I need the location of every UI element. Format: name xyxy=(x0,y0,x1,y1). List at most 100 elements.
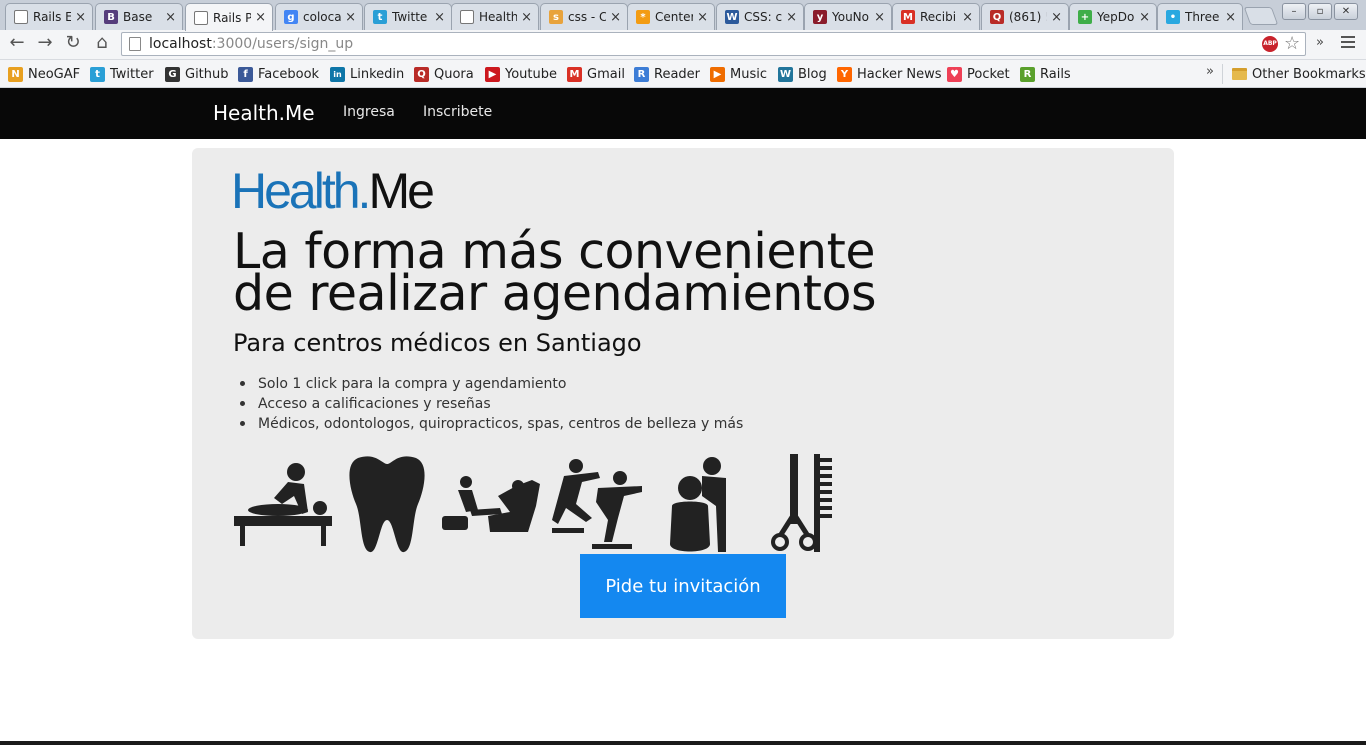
tab-4[interactable]: t Twitte × xyxy=(364,3,452,30)
address-bar[interactable]: localhost:3000/users/sign_up xyxy=(121,32,1306,56)
folder-icon xyxy=(1232,68,1247,80)
bookmark-4[interactable]: in Linkedin xyxy=(330,64,404,84)
site-brand-link[interactable]: Health.Me xyxy=(213,101,315,125)
tab-11[interactable]: Q (861) ! × xyxy=(981,3,1069,30)
bookmark-star-icon[interactable]: ☆ xyxy=(1284,33,1300,54)
page-icon xyxy=(14,10,28,24)
tab-12[interactable]: + YepDo × xyxy=(1069,3,1157,30)
extensions-overflow-icon[interactable]: » xyxy=(1316,35,1324,50)
close-tab-icon[interactable]: × xyxy=(165,10,176,25)
page-icon xyxy=(460,10,474,24)
list-item: Acceso a calificaciones y reseñas xyxy=(240,394,743,414)
w3c-icon: W xyxy=(725,10,739,24)
pocket-icon: ♥ xyxy=(947,66,962,82)
bookmark-10[interactable]: W Blog xyxy=(778,64,827,84)
request-invitation-button[interactable]: Pide tu invitación xyxy=(580,554,786,618)
bookmark-11[interactable]: Y Hacker News xyxy=(837,64,942,84)
bookmark-2[interactable]: G Github xyxy=(165,64,229,84)
linkedin-icon: in xyxy=(330,66,345,82)
tab-title: Twitte xyxy=(392,10,428,24)
bookmark-6[interactable]: ▶ Youtube xyxy=(485,64,557,84)
hackernews-icon: Y xyxy=(837,66,852,82)
page-icon xyxy=(129,37,141,51)
wordpress-icon: W xyxy=(778,66,793,82)
close-tab-icon[interactable]: × xyxy=(521,10,532,25)
tab-title: Health xyxy=(479,10,518,24)
url-text: localhost:3000/users/sign_up xyxy=(149,36,354,52)
close-tab-icon[interactable]: × xyxy=(1225,10,1236,25)
browser-menu-icon[interactable] xyxy=(1341,36,1355,51)
tab-title: CSS: ce xyxy=(744,10,783,24)
chiropractic-icon xyxy=(552,459,642,549)
tab-title: Rails P xyxy=(213,10,252,25)
home-icon[interactable]: ⌂ xyxy=(91,32,113,54)
back-arrow-icon[interactable]: ← xyxy=(6,32,28,54)
bookmark-label: Pocket xyxy=(967,66,1010,82)
tab-title: YouNo xyxy=(832,10,870,24)
tab-title: YepDo xyxy=(1097,10,1135,24)
tab-6[interactable]: s css - C × xyxy=(540,3,628,30)
close-tab-icon[interactable]: × xyxy=(1139,10,1150,25)
bookmark-1[interactable]: t Twitter xyxy=(90,64,154,84)
gmail-icon: M xyxy=(567,66,582,82)
close-tab-icon[interactable]: × xyxy=(610,10,621,25)
bookmarks-overflow-icon[interactable]: » xyxy=(1206,64,1214,79)
bookmark-13[interactable]: R Rails xyxy=(1020,64,1071,84)
minimize-button[interactable]: – xyxy=(1282,3,1306,20)
bookmark-9[interactable]: ▶ Music xyxy=(710,64,767,84)
other-bookmarks-folder[interactable]: Other Bookmarks xyxy=(1232,64,1366,84)
close-tab-icon[interactable]: × xyxy=(697,10,708,25)
bookmark-3[interactable]: f Facebook xyxy=(238,64,319,84)
rails-icon: R xyxy=(1020,66,1035,82)
tab-13[interactable]: • Three × xyxy=(1157,3,1243,30)
tab-5[interactable]: Health × xyxy=(451,3,539,30)
close-window-button[interactable]: ✕ xyxy=(1334,3,1358,20)
list-item: Médicos, odontologos, quiropracticos, sp… xyxy=(240,414,743,434)
close-tab-icon[interactable]: × xyxy=(345,10,356,25)
close-tab-icon[interactable]: × xyxy=(1051,10,1062,25)
tab-8[interactable]: W CSS: ce× xyxy=(716,3,804,30)
tab-7[interactable]: * Center × xyxy=(627,3,715,30)
tab-1[interactable]: B Base × xyxy=(95,3,183,30)
close-tab-icon[interactable]: × xyxy=(962,10,973,25)
tab-0[interactable]: Rails E × xyxy=(5,3,93,30)
close-tab-icon[interactable]: × xyxy=(255,10,266,25)
tab-title: Rails E xyxy=(33,10,72,24)
bookmark-label: NeoGAF xyxy=(28,66,81,82)
close-tab-icon[interactable]: × xyxy=(434,10,445,25)
close-tab-icon[interactable]: × xyxy=(786,10,797,25)
nav-ingresa-link[interactable]: Ingresa xyxy=(343,104,395,120)
tab-title: Recibi xyxy=(920,10,957,24)
bookmark-label: Hacker News xyxy=(857,66,942,82)
hairdresser-icon xyxy=(670,457,726,552)
close-tab-icon[interactable]: × xyxy=(75,10,86,25)
hero-subheadline: Para centros médicos en Santiago xyxy=(233,329,642,357)
tab-9[interactable]: y YouNo × xyxy=(804,3,892,30)
pedicure-icon xyxy=(442,476,540,532)
bookmark-7[interactable]: M Gmail xyxy=(567,64,625,84)
tab-3[interactable]: g coloca × xyxy=(275,3,363,30)
list-item: Solo 1 click para la compra y agendamien… xyxy=(240,374,743,394)
youtube-icon: ▶ xyxy=(485,66,500,82)
tab-title: (861) ! xyxy=(1009,10,1048,24)
bookmark-8[interactable]: R Reader xyxy=(634,64,700,84)
bookmark-label: Facebook xyxy=(258,66,320,82)
bookmark-5[interactable]: Q Quora xyxy=(414,64,474,84)
maximize-button[interactable]: ▫ xyxy=(1308,3,1332,20)
reload-icon[interactable]: ↻ xyxy=(62,32,84,54)
bookmark-12[interactable]: ♥ Pocket xyxy=(947,64,1010,84)
trello-icon: • xyxy=(1166,10,1180,24)
bootstrap-icon: B xyxy=(104,10,118,24)
tab-2[interactable]: Rails P × xyxy=(185,3,273,31)
tab-title: Three xyxy=(1185,10,1220,24)
bookmarks-divider xyxy=(1222,64,1223,84)
bookmark-0[interactable]: N NeoGAF xyxy=(8,64,80,84)
tab-10[interactable]: M Recibi × xyxy=(892,3,980,30)
google-icon: g xyxy=(284,10,298,24)
nav-inscribete-link[interactable]: Inscribete xyxy=(423,104,492,120)
forward-arrow-icon[interactable]: → xyxy=(34,32,56,54)
reader-icon: R xyxy=(634,66,649,82)
close-tab-icon[interactable]: × xyxy=(874,10,885,25)
neogaf-icon: N xyxy=(8,66,23,82)
adblock-icon[interactable]: ABP xyxy=(1262,36,1278,52)
